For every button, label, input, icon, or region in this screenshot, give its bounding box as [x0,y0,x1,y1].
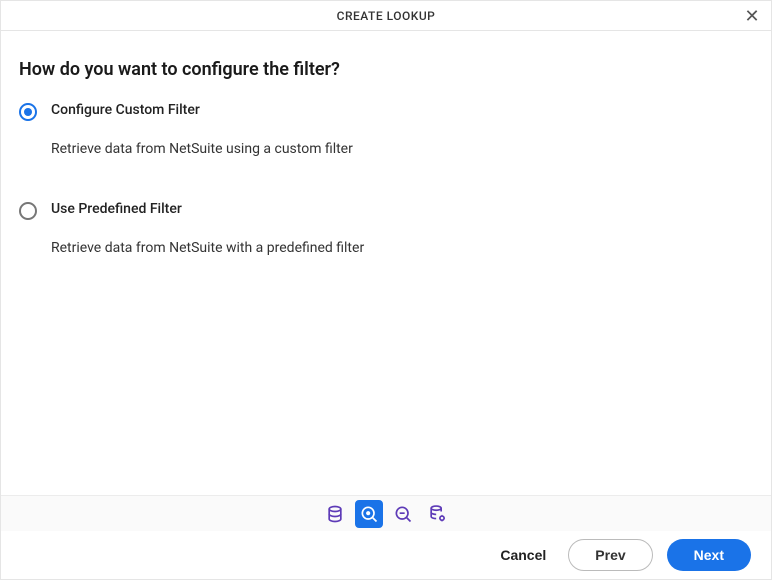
prev-button[interactable]: Prev [568,539,652,571]
option-predefined-filter[interactable]: Use Predefined Filter Retrieve data from… [19,201,753,256]
step-zoom-out-icon[interactable] [389,500,417,528]
wizard-stepper [1,495,771,531]
option-text: Use Predefined Filter Retrieve data from… [51,201,364,256]
step-database-icon[interactable] [321,500,349,528]
option-label: Use Predefined Filter [51,201,364,217]
page-question: How do you want to configure the filter? [19,59,753,80]
modal-header: CREATE LOOKUP ✕ [1,1,771,31]
option-custom-filter[interactable]: Configure Custom Filter Retrieve data fr… [19,102,753,157]
step-database-settings-icon[interactable] [423,500,451,528]
option-description: Retrieve data from NetSuite using a cust… [51,141,353,157]
radio-input-predefined[interactable] [19,202,37,220]
option-text: Configure Custom Filter Retrieve data fr… [51,102,353,157]
close-icon: ✕ [744,7,759,25]
create-lookup-modal: CREATE LOOKUP ✕ How do you want to confi… [0,0,772,580]
radio-input-custom[interactable] [19,103,37,121]
option-description: Retrieve data from NetSuite with a prede… [51,240,364,256]
close-button[interactable]: ✕ [741,5,763,27]
radio-custom-filter[interactable] [19,103,37,125]
modal-body: How do you want to configure the filter?… [1,31,771,495]
next-button[interactable]: Next [667,539,751,571]
step-search-settings-icon[interactable] [355,500,383,528]
cancel-button[interactable]: Cancel [492,541,554,569]
radio-predefined-filter[interactable] [19,202,37,224]
modal-title: CREATE LOOKUP [337,9,436,23]
modal-footer: Cancel Prev Next [1,531,771,579]
option-label: Configure Custom Filter [51,102,353,118]
